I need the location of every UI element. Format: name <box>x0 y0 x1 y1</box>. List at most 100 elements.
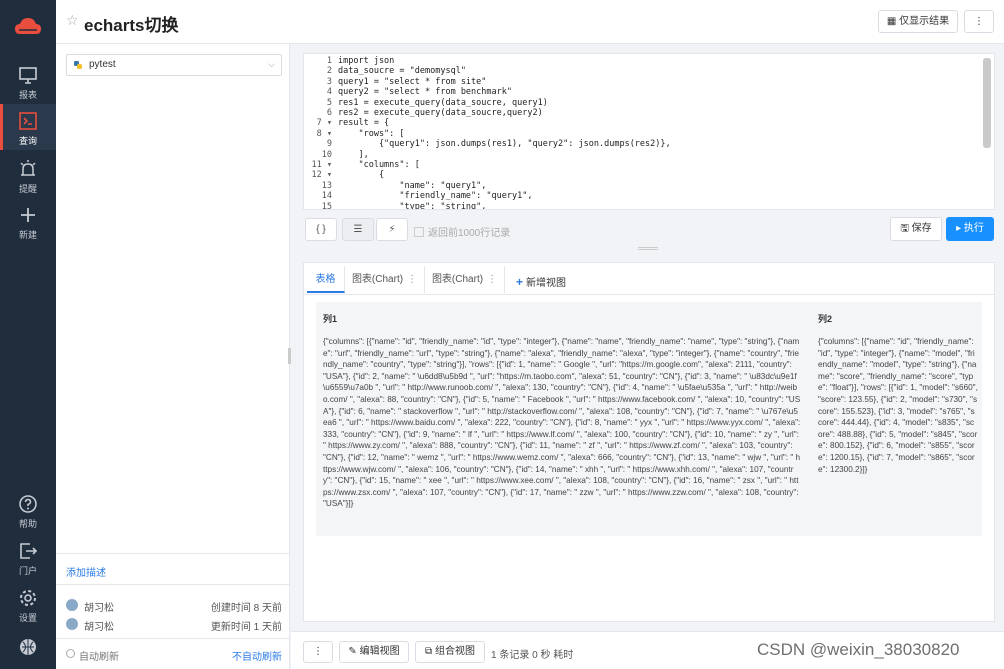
page-header: ☆ echarts切换 ▦ 仅显示结果 ⋮ <box>56 0 1004 44</box>
tab-menu-icon[interactable]: ⋮ <box>487 274 497 285</box>
nav-item-queries[interactable]: 查询 <box>0 104 56 150</box>
bottom-more-button[interactable]: ⋮ <box>303 641 333 663</box>
nav-item-portal[interactable]: 门户 <box>0 534 56 580</box>
tab-chart-2[interactable]: 图表(Chart) ⋮ <box>425 266 505 293</box>
favorite-star-icon[interactable]: ☆ <box>66 13 80 27</box>
code-line: res2 = execute_query(data_soucre,query2) <box>338 108 543 118</box>
limit-checkbox[interactable] <box>414 227 424 237</box>
code-line: { <box>338 170 385 181</box>
combine-view-label: 组合视图 <box>434 646 475 657</box>
nav-label-queries: 查询 <box>18 136 37 146</box>
editor-resize-grip[interactable] <box>638 247 658 250</box>
save-label: 保存 <box>911 223 932 234</box>
line-number: 9 <box>326 139 332 150</box>
tab-underline <box>304 294 994 295</box>
nav-item-alerts[interactable]: 提醒 <box>0 152 56 198</box>
page-title: echarts切换 <box>84 16 179 35</box>
line-number: 15 <box>321 201 332 210</box>
monitor-icon <box>19 67 37 84</box>
line-number: 2 <box>326 66 332 77</box>
nav-label-help: 帮助 <box>18 519 37 529</box>
execute-button[interactable]: ▸ 执行 <box>946 217 994 241</box>
nav-item-reports[interactable]: 报表 <box>0 58 56 104</box>
updated-time: 更新时间 1 天前 <box>210 622 282 633</box>
plus-icon <box>21 208 35 222</box>
editor-scrollbar[interactable] <box>983 58 991 148</box>
tab-table[interactable]: 表格 <box>307 266 345 293</box>
watermark: CSDN @weixin_38030820 <box>757 640 960 659</box>
indent-icon: ☰ <box>353 224 363 235</box>
code-line: "friendly_name": "query1", <box>338 191 533 202</box>
help-icon <box>19 495 37 513</box>
gear-icon <box>20 590 36 606</box>
chevron-down-icon: ⌵ <box>268 59 275 69</box>
code-line: import json <box>338 56 395 66</box>
avatar <box>66 599 78 611</box>
line-number-gutter: 1234567 ▾ 8 ▾ 9 10 11 ▾ 12 ▾ 13 14 15 <box>304 54 338 210</box>
line-number: 13 <box>321 180 332 191</box>
nav-item-new[interactable]: 新建 <box>0 198 56 244</box>
datasource-select[interactable]: pytest ⌵ <box>66 54 282 76</box>
datasource-label: pytest <box>89 59 116 70</box>
nav-label-portal: 门户 <box>18 566 37 576</box>
add-view-button[interactable]: + 新增视图 <box>516 274 566 289</box>
line-number: 8 ▾ <box>316 128 332 139</box>
line-number: 7 ▾ <box>316 118 332 129</box>
terminal-icon <box>19 112 37 130</box>
nav-label-settings: 设置 <box>18 613 37 623</box>
cloud-logo-icon[interactable] <box>14 14 42 38</box>
add-description-link[interactable]: 添加描述 <box>66 564 106 579</box>
panel-resize-handle[interactable] <box>288 348 291 364</box>
code-line: res1 = execute_query(data_soucre, query1… <box>338 97 548 108</box>
no-auto-refresh-link[interactable]: 不自动刷新 <box>232 648 282 663</box>
line-number: 3 <box>326 76 332 87</box>
results-only-label: 仅显示结果 <box>899 16 950 27</box>
autocomplete-button[interactable]: ⚡ <box>376 218 408 241</box>
tab-table-label: 表格 <box>315 274 336 285</box>
code-line: "type": "string", <box>338 201 487 210</box>
code-line: query2 = "select * from benchmark" <box>338 87 512 98</box>
line-number: 4 <box>326 87 332 98</box>
created-meta: 胡习松 创建时间 8 天前 <box>66 597 282 614</box>
divider <box>56 638 290 639</box>
updated-meta: 胡习松 更新时间 1 天前 <box>66 616 282 633</box>
limit-rows-option[interactable]: 返回前1000行记录 <box>414 224 510 239</box>
edit-icon: ✎ <box>348 646 360 657</box>
auto-refresh-radio[interactable] <box>66 649 75 658</box>
code-line: ], <box>338 149 369 160</box>
tab-chart-1-label: 图表(Chart) <box>351 274 404 285</box>
updater-name: 胡习松 <box>84 622 114 633</box>
code-line: query1 = "select * from site" <box>338 76 487 87</box>
save-icon: 🖫 <box>900 223 912 234</box>
indent-button[interactable]: ☰ <box>342 218 374 241</box>
table-icon: ▦ <box>886 16 900 27</box>
format-button[interactable]: { } <box>305 218 337 241</box>
nav-label-new: 新建 <box>18 230 37 240</box>
results-only-button[interactable]: ▦ 仅显示结果 <box>878 10 958 33</box>
user-avatar-icon[interactable] <box>19 638 37 656</box>
table-cell: {"columns": [{"name": "id", "friendly_na… <box>323 337 801 509</box>
line-number: 1 <box>326 56 332 66</box>
code-line: "rows": [ <box>338 128 405 139</box>
column-header-1: 列1 <box>323 314 338 324</box>
combine-view-button[interactable]: ⧉ 组合视图 <box>415 641 485 663</box>
divider <box>56 584 290 585</box>
nav-label-alerts: 提醒 <box>18 184 37 194</box>
code-line: "name": "query1", <box>338 180 487 191</box>
add-view-label: 新增视图 <box>526 278 567 289</box>
nav-item-help[interactable]: 帮助 <box>0 487 56 533</box>
python-icon <box>74 61 82 69</box>
avatar <box>66 618 78 630</box>
tab-chart-2-label: 图表(Chart) <box>431 274 484 285</box>
tab-chart-1[interactable]: 图表(Chart) ⋮ <box>345 266 425 293</box>
query-side-panel: pytest ⌵ 添加描述 胡习松 创建时间 8 天前 胡习松 更新时间 1 天… <box>56 44 290 669</box>
line-number: 6 <box>326 108 332 118</box>
tab-menu-icon[interactable]: ⋮ <box>407 274 417 285</box>
code-editor[interactable]: 1234567 ▾ 8 ▾ 9 10 11 ▾ 12 ▾ 13 14 15 import jso… <box>303 53 995 210</box>
header-more-button[interactable]: ⋮ <box>964 10 994 33</box>
edit-view-button[interactable]: ✎ 编辑视图 <box>339 641 409 663</box>
nav-item-settings[interactable]: 设置 <box>0 581 56 627</box>
limit-label: 返回前1000行记录 <box>428 228 511 239</box>
code-area[interactable]: import json data_soucre = "demomysql" quer… <box>338 54 978 210</box>
save-button[interactable]: 🖫 保存 <box>890 217 942 241</box>
